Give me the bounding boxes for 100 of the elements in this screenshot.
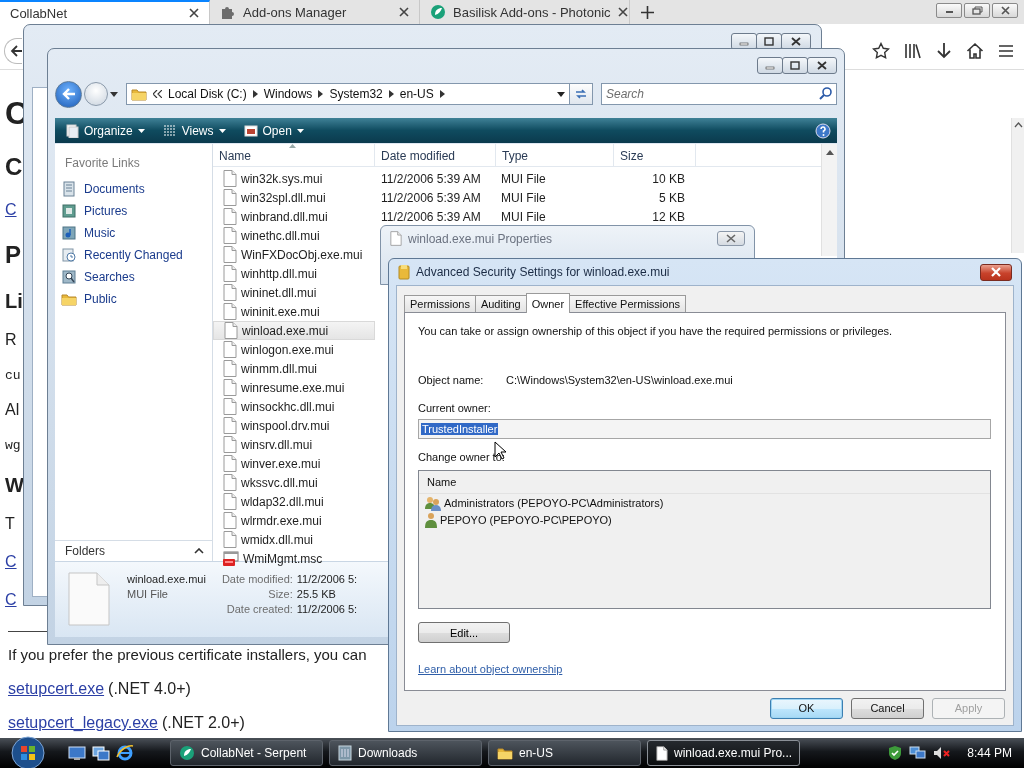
download-link[interactable]: setupcert.exe (8, 680, 105, 698)
download-icon[interactable] (936, 41, 952, 60)
taskbar-button[interactable]: winload.exe.mui Pro... (647, 740, 800, 766)
table-cell-text: MUI File (500, 171, 547, 186)
browser-icon[interactable] (116, 744, 134, 762)
column-header[interactable]: Type (496, 144, 614, 166)
code-text: cu (5, 369, 21, 383)
file-item[interactable]: winmm.dll.mui (213, 360, 375, 377)
tab[interactable]: Auditing (474, 295, 527, 312)
file-icon (223, 189, 237, 206)
column-header[interactable]: Date modified (375, 144, 496, 166)
file-item[interactable]: wmidx.dll.mui (213, 531, 375, 548)
breadcrumb[interactable]: System32 (329, 87, 383, 101)
muted-speaker-icon[interactable] (933, 745, 952, 761)
caret-icon (218, 128, 226, 133)
link[interactable]: C (5, 553, 17, 571)
scrollbar[interactable] (1011, 118, 1024, 253)
scroll-up-icon[interactable] (825, 150, 834, 155)
back-button[interactable] (4, 37, 22, 64)
dialog-button[interactable]: Cancel (851, 697, 924, 719)
address-field[interactable]: Local Disk (C:) Windows System32 en-US (126, 83, 570, 105)
chevron-up-icon[interactable] (194, 548, 204, 554)
star-icon[interactable] (872, 41, 890, 60)
help-icon[interactable] (815, 122, 831, 139)
file-item[interactable]: WinFXDocObj.exe.mui (213, 246, 375, 263)
close-button[interactable] (807, 57, 837, 74)
dropdown-icon[interactable] (557, 91, 565, 97)
owner-item[interactable]: Administrators (PEPOYO-PC\Administrators) (419, 494, 990, 511)
toolbar-button[interactable]: Views (158, 121, 230, 140)
toolbar-button[interactable]: Open (239, 121, 308, 140)
nav-link[interactable]: Music (55, 222, 212, 244)
file-item[interactable]: winhttp.dll.mui (213, 265, 375, 282)
browser-tab[interactable]: CollabNet (0, 0, 210, 24)
nav-link[interactable]: Public (55, 288, 212, 310)
nav-link[interactable]: Recently Changed (55, 244, 212, 266)
close-button[interactable] (992, 3, 1018, 18)
nav-link[interactable]: Documents (55, 178, 212, 200)
file-item[interactable]: winethc.dll.mui (213, 227, 375, 244)
clock[interactable]: 8:44 PM (967, 746, 1012, 760)
tab[interactable]: Permissions (404, 295, 476, 312)
taskbar-button[interactable]: Downloads (329, 740, 482, 766)
download-link[interactable]: setupcert_legacy.exe (8, 714, 158, 732)
file-item[interactable]: wininit.exe.mui (213, 303, 375, 320)
file-item[interactable]: WmiMgmt.msc (213, 550, 375, 567)
owner-list[interactable]: Name Administrators (PEPOYO-PC\Administrators) PEPOYO (PEPOYO-PC\PEPOYO) (418, 470, 991, 609)
file-item[interactable]: winsockhc.dll.mui (213, 398, 375, 415)
column-header[interactable]: Name (419, 471, 990, 494)
search-folder-icon (61, 269, 77, 285)
help-link[interactable]: Learn about object ownership (418, 663, 563, 675)
file-item[interactable]: winresume.exe.mui (213, 379, 375, 396)
scroll-up-icon[interactable] (1013, 122, 1023, 128)
breadcrumb[interactable]: Local Disk (C:) (168, 87, 247, 101)
tab[interactable]: Effective Permissions (569, 295, 687, 312)
maximize-button[interactable] (782, 57, 808, 74)
link[interactable]: C (5, 591, 17, 609)
file-item[interactable]: winload.exe.mui (213, 321, 375, 340)
taskbar-button[interactable]: en-US (488, 740, 641, 766)
start-button[interactable] (8, 738, 48, 768)
dialog-button[interactable]: OK (770, 697, 843, 719)
breadcrumb[interactable]: en-US (399, 87, 434, 101)
file-item[interactable]: winver.exe.mui (213, 455, 375, 472)
menu-icon[interactable] (998, 43, 1014, 58)
toolbar-button[interactable]: Organize (61, 121, 149, 140)
edit-button[interactable]: Edit... (418, 622, 510, 643)
minimize-button[interactable] (936, 3, 962, 18)
shield-icon[interactable] (887, 745, 904, 761)
library-icon[interactable] (904, 42, 922, 59)
dropdown-icon[interactable] (110, 91, 118, 97)
search-field[interactable]: Search (601, 83, 837, 105)
file-item[interactable]: winsrv.dll.mui (213, 436, 375, 453)
taskbar-button[interactable]: CollabNet - Serpent (170, 740, 323, 766)
link[interactable]: C (5, 201, 17, 219)
new-tab-icon[interactable] (640, 5, 654, 19)
close-button[interactable] (980, 263, 1012, 281)
scrollbar[interactable] (821, 144, 837, 256)
column-header[interactable]: Name (213, 144, 375, 166)
desktop-icon[interactable] (68, 745, 86, 761)
owner-item[interactable]: PEPOYO (PEPOYO-PC\PEPOYO) (419, 511, 990, 528)
restore-button[interactable] (964, 3, 990, 18)
file-item[interactable]: win32spl.dll.mui (213, 189, 375, 206)
file-item[interactable]: wlrmdr.exe.mui (213, 512, 375, 529)
field-value: 11/2/2006 5: (296, 603, 358, 615)
file-item[interactable]: wkssvc.dll.mui (213, 474, 375, 491)
breadcrumb[interactable]: Windows (263, 87, 313, 101)
nav-link[interactable]: Pictures (55, 200, 212, 222)
home-icon[interactable] (966, 41, 984, 60)
file-item[interactable]: wininet.dll.mui (213, 284, 375, 301)
file-item[interactable]: wldap32.dll.mui (213, 493, 375, 510)
column-header[interactable]: Size (614, 144, 696, 166)
window-switch-icon[interactable] (92, 745, 110, 761)
file-item[interactable]: winlogon.exe.mui (213, 341, 375, 358)
network-icon[interactable] (909, 745, 928, 761)
owner-field[interactable]: TrustedInstaller (418, 419, 991, 439)
tab[interactable]: Owner (525, 293, 571, 313)
file-item[interactable]: winbrand.dll.mui (213, 208, 375, 225)
close-button[interactable] (717, 231, 745, 246)
file-item[interactable]: win32k.sys.mui (213, 170, 375, 187)
nav-link[interactable]: Searches (55, 266, 212, 288)
file-item[interactable]: winspool.drv.mui (213, 417, 375, 434)
minimize-button[interactable] (757, 57, 783, 74)
